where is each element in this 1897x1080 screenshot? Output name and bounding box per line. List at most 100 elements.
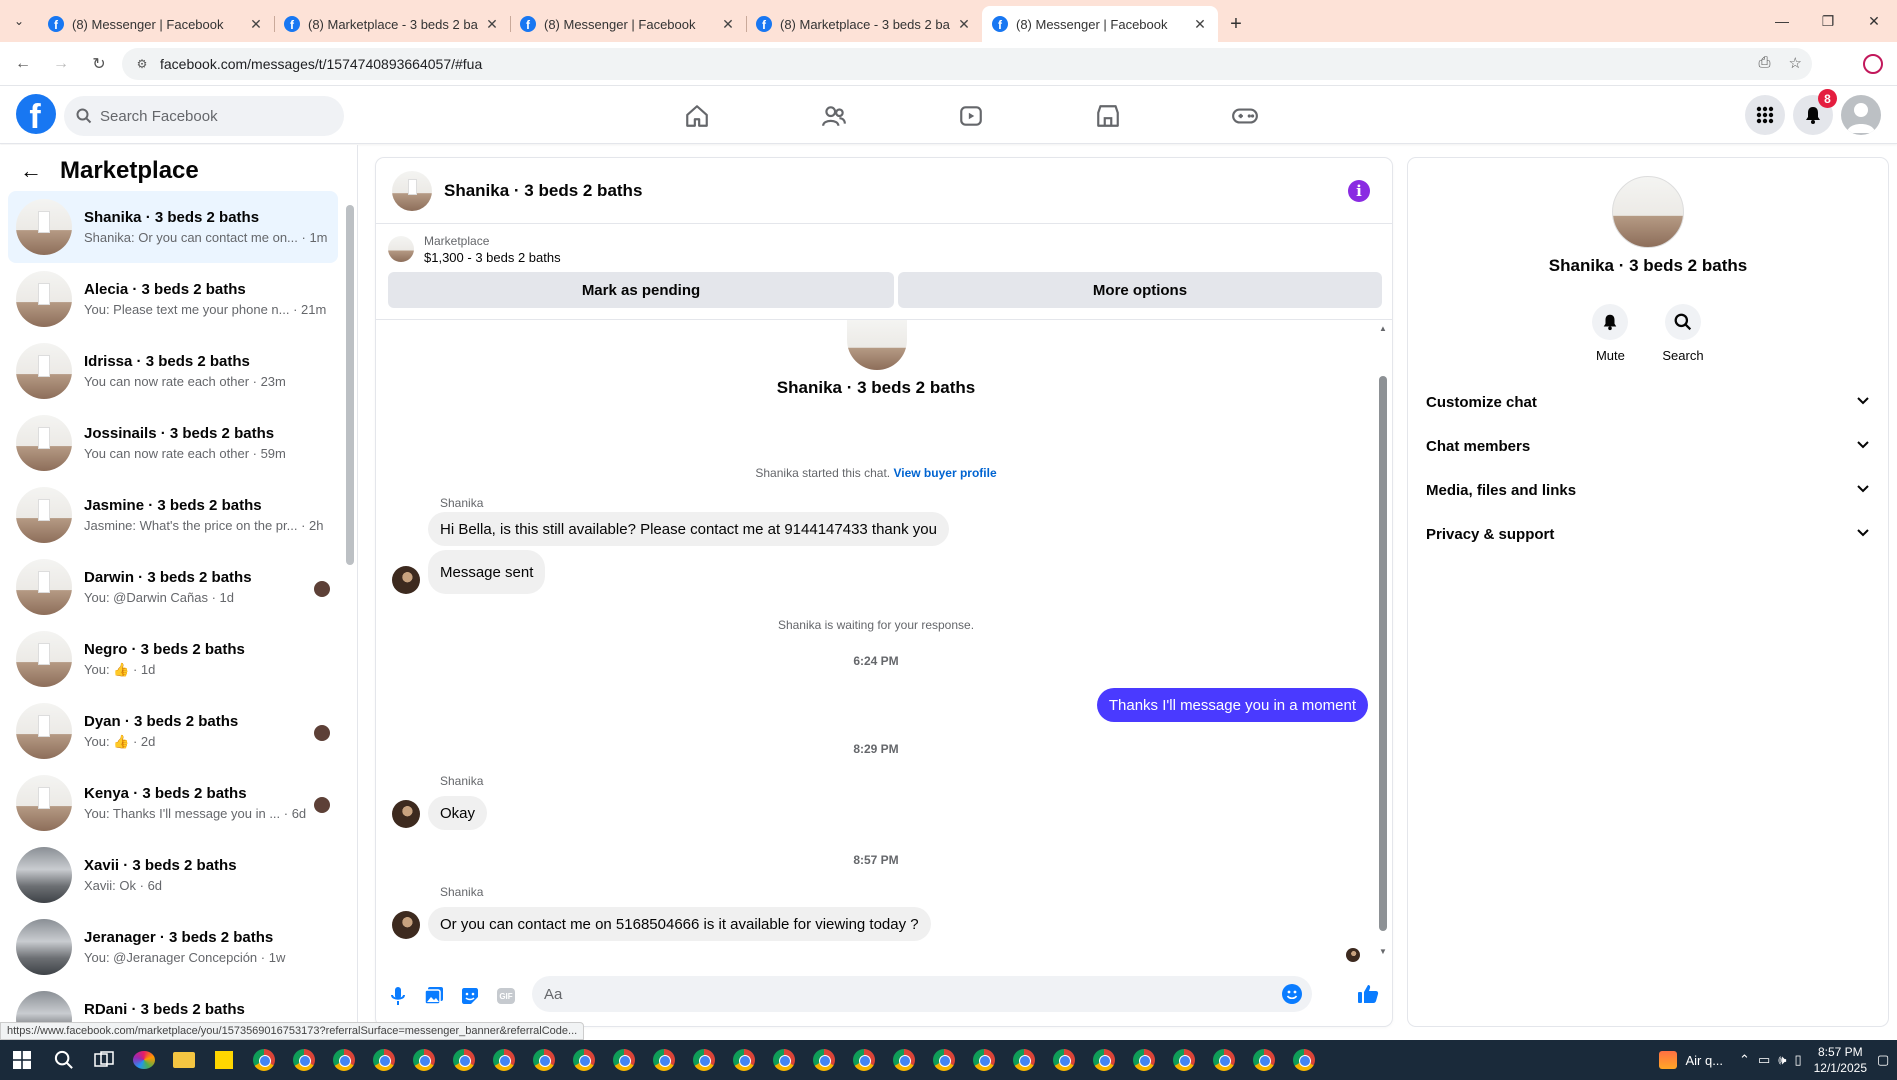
taskbar-chrome-window[interactable] bbox=[564, 1040, 604, 1080]
taskbar-chrome-window[interactable] bbox=[364, 1040, 404, 1080]
taskbar-chrome-window[interactable] bbox=[1084, 1040, 1124, 1080]
taskbar-chrome-window[interactable] bbox=[324, 1040, 364, 1080]
details-section[interactable]: Media, files and links bbox=[1416, 468, 1880, 512]
taskbar-chrome-window[interactable] bbox=[924, 1040, 964, 1080]
weather-text[interactable]: Air q... bbox=[1685, 1053, 1723, 1068]
scrollbar-thumb[interactable] bbox=[346, 205, 354, 565]
taskbar-chrome-window[interactable] bbox=[404, 1040, 444, 1080]
taskbar-chrome-window[interactable] bbox=[844, 1040, 884, 1080]
taskbar-chrome-window[interactable] bbox=[1124, 1040, 1164, 1080]
taskbar-chrome-window[interactable] bbox=[1204, 1040, 1244, 1080]
details-section[interactable]: Chat members bbox=[1416, 424, 1880, 468]
taskbar-chrome-window[interactable] bbox=[1044, 1040, 1084, 1080]
conversation-item[interactable]: Xavii · 3 beds 2 baths Xavii: Ok · 6d bbox=[8, 839, 338, 911]
taskbar-chrome-window[interactable] bbox=[1284, 1040, 1324, 1080]
taskbar-chrome-window[interactable] bbox=[964, 1040, 1004, 1080]
nav-marketplace[interactable] bbox=[1039, 90, 1176, 142]
conversation-item[interactable]: Jossinails · 3 beds 2 baths You can now r… bbox=[8, 407, 338, 479]
taskbar-chrome-window[interactable] bbox=[524, 1040, 564, 1080]
sticker-button[interactable] bbox=[452, 986, 488, 1006]
attach-photo-button[interactable] bbox=[416, 986, 452, 1006]
notification-center-icon[interactable]: ▢ bbox=[1877, 1052, 1891, 1068]
task-view[interactable] bbox=[84, 1040, 124, 1080]
gif-button[interactable]: GIF bbox=[488, 988, 524, 1004]
incoming-message[interactable]: Message sent bbox=[428, 550, 546, 594]
scroll-up-icon[interactable]: ▲ bbox=[1378, 324, 1388, 333]
taskbar-chrome-window[interactable] bbox=[684, 1040, 724, 1080]
sender-avatar[interactable] bbox=[392, 566, 420, 594]
scroll-down-icon[interactable]: ▼ bbox=[1378, 947, 1388, 956]
install-app-icon[interactable]: ⎙ bbox=[1759, 54, 1771, 72]
tab-close-icon[interactable]: ✕ bbox=[1192, 16, 1208, 33]
chat-avatar[interactable] bbox=[392, 170, 432, 211]
browser-profile-icon[interactable] bbox=[1863, 54, 1883, 74]
battery-icon[interactable]: ▯ bbox=[1794, 1052, 1801, 1068]
start-button[interactable] bbox=[0, 1051, 44, 1069]
conversation-item[interactable]: Dyan · 3 beds 2 baths You: 👍 · 2d bbox=[8, 695, 338, 767]
tab-close-icon[interactable]: ✕ bbox=[720, 16, 736, 33]
tab-close-icon[interactable]: ✕ bbox=[484, 16, 500, 33]
taskbar-chrome-window[interactable] bbox=[804, 1040, 844, 1080]
restore-icon[interactable]: ❐ bbox=[1805, 0, 1851, 42]
sender-avatar[interactable] bbox=[392, 800, 420, 828]
taskbar-clock[interactable]: 8:57 PM 12/1/2025 bbox=[1814, 1044, 1867, 1076]
facebook-search-input[interactable] bbox=[100, 107, 320, 125]
like-button[interactable] bbox=[1356, 982, 1380, 1011]
tab-close-icon[interactable]: ✕ bbox=[248, 16, 264, 33]
tab-close-icon[interactable]: ✕ bbox=[956, 16, 972, 33]
nav-video[interactable] bbox=[902, 90, 1039, 142]
thread-scrollbar[interactable]: ▲ ▼ bbox=[1378, 324, 1388, 956]
menu-button[interactable] bbox=[1745, 95, 1785, 135]
conversation-item[interactable]: Idrissa · 3 beds 2 baths You can now rate… bbox=[8, 335, 338, 407]
taskbar-chrome-window[interactable] bbox=[484, 1040, 524, 1080]
conversation-item[interactable]: Shanika · 3 beds 2 baths Shanika: Or you … bbox=[8, 191, 338, 263]
close-window-icon[interactable]: ✕ bbox=[1851, 0, 1897, 42]
conversation-item[interactable]: Kenya · 3 beds 2 baths You: Thanks I'll m… bbox=[8, 767, 338, 839]
nav-home[interactable] bbox=[628, 90, 765, 142]
message-input[interactable] bbox=[544, 985, 1244, 1003]
conversation-item[interactable]: Darwin · 3 beds 2 baths You: @Darwin Caña… bbox=[8, 551, 338, 623]
conversation-item[interactable]: Alecia · 3 beds 2 baths You: Please text … bbox=[8, 263, 338, 335]
listing-price[interactable]: $1,300 - 3 beds 2 baths bbox=[424, 250, 561, 265]
conversation-item[interactable]: Jasmine · 3 beds 2 baths Jasmine: What's … bbox=[8, 479, 338, 551]
mark-as-pending-button[interactable]: Mark as pending bbox=[388, 272, 894, 308]
tray-expand-icon[interactable]: ⌃ bbox=[1739, 1052, 1750, 1068]
back-icon[interactable]: ← bbox=[8, 49, 38, 79]
taskbar-chrome-window[interactable] bbox=[244, 1040, 284, 1080]
browser-tab-2[interactable]: f (8) Marketplace - 3 beds 2 bath ✕ bbox=[274, 6, 510, 42]
account-avatar[interactable] bbox=[1841, 95, 1881, 135]
view-buyer-profile-link[interactable]: View buyer profile bbox=[893, 466, 996, 480]
taskbar-sticky-notes[interactable] bbox=[204, 1040, 244, 1080]
taskbar-chrome-window[interactable] bbox=[724, 1040, 764, 1080]
chat-title[interactable]: Shanika · 3 beds 2 baths bbox=[444, 181, 642, 201]
nav-friends[interactable] bbox=[765, 90, 902, 142]
contact-avatar[interactable] bbox=[1612, 176, 1684, 248]
forward-icon[interactable]: → bbox=[46, 49, 76, 79]
info-icon[interactable]: i bbox=[1348, 180, 1370, 202]
network-icon[interactable]: ▭ bbox=[1758, 1052, 1770, 1068]
bookmark-star-icon[interactable]: ☆ bbox=[1789, 54, 1802, 72]
browser-tab-1[interactable]: f (8) Messenger | Facebook ✕ bbox=[38, 6, 274, 42]
taskbar-chrome-window[interactable] bbox=[644, 1040, 684, 1080]
voice-clip-button[interactable] bbox=[380, 986, 416, 1006]
browser-tab-3[interactable]: f (8) Messenger | Facebook ✕ bbox=[510, 6, 746, 42]
details-section[interactable]: Customize chat bbox=[1416, 380, 1880, 424]
mute-button[interactable] bbox=[1592, 304, 1629, 340]
message-input-box[interactable] bbox=[532, 976, 1312, 1012]
back-arrow-icon[interactable]: ← bbox=[20, 158, 42, 184]
nav-gaming[interactable] bbox=[1176, 90, 1313, 142]
reload-icon[interactable]: ↻ bbox=[84, 49, 114, 79]
emoji-icon[interactable] bbox=[1282, 984, 1302, 1004]
taskbar-file-explorer[interactable] bbox=[164, 1040, 204, 1080]
facebook-search-box[interactable] bbox=[64, 96, 344, 136]
conversation-item[interactable]: Negro · 3 beds 2 baths You: 👍 · 1d bbox=[8, 623, 338, 695]
incoming-message[interactable]: Or you can contact me on 5168504666 is i… bbox=[428, 907, 931, 941]
site-info-icon[interactable]: ⚙ bbox=[134, 56, 150, 72]
url-field[interactable]: ⚙ facebook.com/messages/t/15747408936640… bbox=[122, 48, 1812, 80]
volume-icon[interactable]: 🕪 bbox=[1778, 1052, 1786, 1068]
new-tab-icon[interactable]: + bbox=[1218, 6, 1254, 42]
taskbar-chrome-window[interactable] bbox=[1004, 1040, 1044, 1080]
notifications-button[interactable]: 8 bbox=[1793, 89, 1837, 135]
search-in-chat-button[interactable] bbox=[1664, 304, 1701, 340]
incoming-message[interactable]: Hi Bella, is this still available? Pleas… bbox=[428, 512, 949, 546]
